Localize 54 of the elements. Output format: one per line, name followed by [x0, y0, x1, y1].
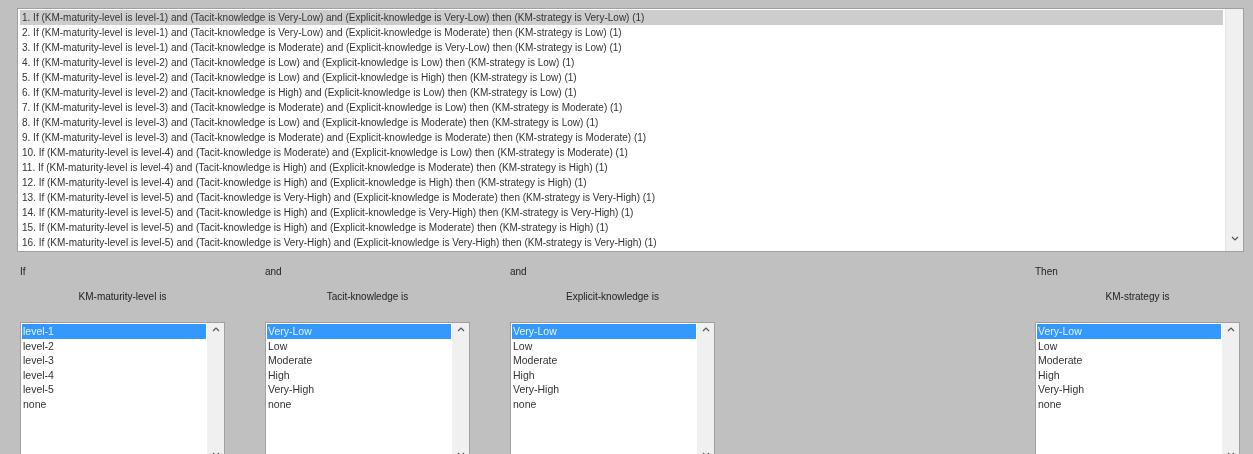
rule-row[interactable]: 12. If (KM-maturity-level is level-4) and (Tacit-knowledge is High) and (Explicit-knowledge is High) then (KM-strategy is High) (1): [20, 175, 1223, 190]
term-option[interactable]: Very-High: [267, 382, 451, 397]
variable-label: Explicit-knowledge is: [565, 290, 660, 304]
connector-label: If: [20, 265, 27, 279]
scroll-up-icon[interactable]: [211, 327, 220, 332]
term-option[interactable]: level-4: [22, 367, 206, 382]
term-option[interactable]: none: [22, 396, 206, 411]
term-option[interactable]: Very-High: [512, 382, 696, 397]
term-listbox[interactable]: level-1 level-2 level-3 level-4 level-5 none: [20, 322, 225, 454]
term-option[interactable]: Low: [1037, 338, 1221, 353]
variable-label: Tacit-knowledge is: [325, 290, 410, 304]
rule-row[interactable]: 15. If (KM-maturity-level is level-5) and (Tacit-knowledge is High) and (Explicit-knowledge is Moderate) then (KM-strategy is High) (1): [20, 220, 1223, 235]
term-listbox[interactable]: Very-Low Low Moderate High Very-High none: [265, 322, 470, 454]
term-option[interactable]: High: [512, 367, 696, 382]
term-option[interactable]: level-3: [22, 353, 206, 368]
term-option[interactable]: none: [267, 396, 451, 411]
connector-label: and: [265, 265, 283, 279]
term-option[interactable]: Low: [512, 338, 696, 353]
rule-row[interactable]: 2. If (KM-maturity-level is level-1) and (Tacit-knowledge is Very-Low) and (Explicit-knowledge is Moderate) then (KM-strategy is Low) (1): [20, 25, 1223, 40]
term-option[interactable]: High: [1037, 367, 1221, 382]
term-option[interactable]: level-5: [22, 382, 206, 397]
rule-row[interactable]: 14. If (KM-maturity-level is level-5) and (Tacit-knowledge is High) and (Explicit-knowledge is Very-High) then (KM-strategy is Very-High) (1): [20, 205, 1223, 220]
term-option[interactable]: Moderate: [267, 353, 451, 368]
rule-row[interactable]: 11. If (KM-maturity-level is level-4) and (Tacit-knowledge is High) and (Explicit-knowledge is Moderate) then (KM-strategy is High) (1): [20, 160, 1223, 175]
scroll-up-icon[interactable]: [701, 327, 710, 332]
term-option[interactable]: Very-High: [1037, 382, 1221, 397]
term-option[interactable]: none: [1037, 396, 1221, 411]
variable-label: KM-maturity-level is: [77, 290, 168, 304]
term-option[interactable]: Moderate: [1037, 353, 1221, 368]
variable-label: KM-strategy is: [1104, 290, 1171, 304]
term-option[interactable]: none: [512, 396, 696, 411]
rule-row[interactable]: 1. If (KM-maturity-level is level-1) and (Tacit-knowledge is Very-Low) and (Explicit-knowledge is Very-Low) then (KM-strategy is Very-Low) (1): [20, 10, 1223, 25]
scroll-down-icon[interactable]: [1230, 236, 1239, 241]
scroll-up-icon[interactable]: [456, 327, 465, 332]
rule-row[interactable]: 16. If (KM-maturity-level is level-5) and (Tacit-knowledge is Very-High) and (Explicit-knowledge is Very-High) then (KM-strategy is Very-High) (1): [20, 235, 1223, 250]
scroll-up-icon[interactable]: [1226, 327, 1235, 332]
term-listbox[interactable]: Very-Low Low Moderate High Very-High none: [510, 322, 715, 454]
connector-label: Then: [1035, 265, 1059, 279]
term-option[interactable]: High: [267, 367, 451, 382]
rule-row[interactable]: 8. If (KM-maturity-level is level-3) and (Tacit-knowledge is Low) and (Explicit-knowledge is Moderate) then (KM-strategy is Low) (1): [20, 115, 1223, 130]
rule-row[interactable]: 7. If (KM-maturity-level is level-3) and (Tacit-knowledge is Moderate) and (Explicit-knowledge is Low) then (KM-strategy is Moderate) (1): [20, 100, 1223, 115]
term-listbox[interactable]: Very-Low Low Moderate High Very-High none: [1035, 322, 1240, 454]
term-option[interactable]: level-2: [22, 338, 206, 353]
connector-label: and: [510, 265, 528, 279]
term-option[interactable]: Low: [267, 338, 451, 353]
rule-row[interactable]: 10. If (KM-maturity-level is level-4) and (Tacit-knowledge is Moderate) and (Explicit-knowledge is Low) then (KM-strategy is Moderate) (1): [20, 145, 1223, 160]
rule-row[interactable]: 4. If (KM-maturity-level is level-2) and (Tacit-knowledge is Low) and (Explicit-knowledge is Low) then (KM-strategy is Low) (1): [20, 55, 1223, 70]
scrollbar[interactable]: [1225, 9, 1243, 251]
term-option[interactable]: Moderate: [512, 353, 696, 368]
rule-row[interactable]: 6. If (KM-maturity-level is level-2) and (Tacit-knowledge is High) and (Explicit-knowledge is Low) then (KM-strategy is Low) (1): [20, 85, 1223, 100]
rule-row[interactable]: 5. If (KM-maturity-level is level-2) and (Tacit-knowledge is Low) and (Explicit-knowledge is High) then (KM-strategy is Low) (1): [20, 70, 1223, 85]
rule-row[interactable]: 3. If (KM-maturity-level is level-1) and (Tacit-knowledge is Moderate) and (Explicit-knowledge is Very-Low) then (KM-strategy is Low) (1): [20, 40, 1223, 55]
rule-row[interactable]: 9. If (KM-maturity-level is level-3) and (Tacit-knowledge is Moderate) and (Explicit-knowledge is Moderate) then (KM-strategy is Moderate) (1): [20, 130, 1223, 145]
rule-row[interactable]: 13. If (KM-maturity-level is level-5) and (Tacit-knowledge is Very-High) and (Explicit-knowledge is Moderate) then (KM-strategy is Very-High) (1): [20, 190, 1223, 205]
